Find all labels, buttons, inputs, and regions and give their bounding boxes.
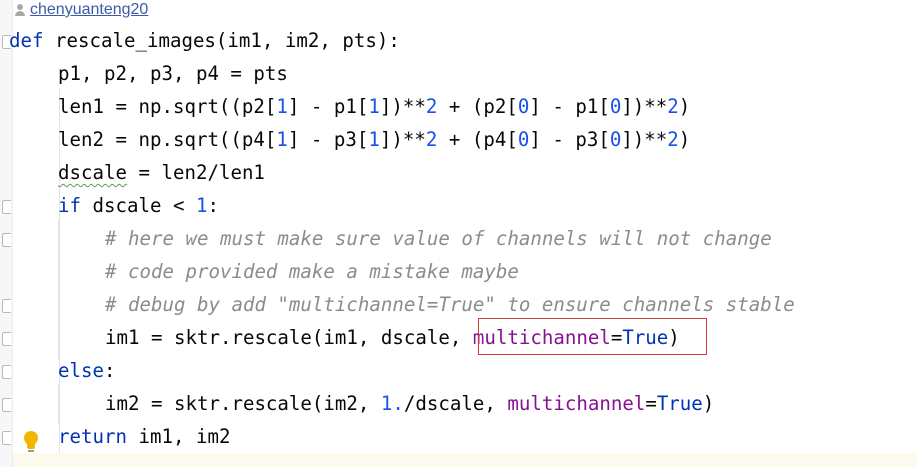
code-text: ])** (621, 128, 668, 151)
code-text: = (645, 392, 657, 415)
fold-marker-icon[interactable] (2, 200, 11, 214)
fold-marker-icon[interactable] (2, 365, 11, 379)
red-highlight-box (478, 318, 707, 355)
code-line-dscale[interactable]: dscale = len2/len1 (58, 156, 265, 189)
code-comment-2[interactable]: # code provided make a mistake maybe (105, 255, 519, 288)
code-text: ) (702, 392, 715, 415)
fold-marker-icon[interactable] (2, 398, 11, 412)
number-literal: 1 (276, 95, 288, 118)
code-line-else[interactable]: else: (58, 354, 115, 387)
code-text: im2 = sktr.rescale(im2, (105, 392, 381, 415)
code-text: ) (678, 95, 691, 118)
code-text: : (207, 194, 219, 217)
code-line-unpack[interactable]: p1, p2, p3, p4 = pts (58, 57, 288, 90)
code-text: : (103, 359, 116, 382)
code-text: ] - p1[ (287, 95, 369, 118)
keyword: else (58, 359, 104, 382)
indent-guide (58, 220, 59, 360)
number-literal: 1 (276, 128, 288, 151)
lightbulb-icon[interactable] (22, 430, 40, 454)
current-line-highlight (13, 453, 917, 467)
code-text: p1, p2, p3, p4 = pts (58, 62, 288, 85)
number-literal: 0 (517, 95, 530, 118)
fold-marker-icon[interactable] (2, 299, 11, 313)
code-text: ])** (379, 128, 426, 151)
number-literal: 2 (667, 95, 679, 118)
lightbulb-base (27, 443, 35, 449)
code-comment-3[interactable]: # debug by add "multichannel=True" to en… (105, 288, 795, 321)
fold-marker-icon[interactable] (2, 332, 11, 346)
code-text: /dscale, (403, 392, 508, 415)
code-comment-1[interactable]: # here we must make sure value of channe… (105, 222, 772, 255)
fold-marker-icon[interactable] (2, 431, 11, 445)
number-literal: 2 (667, 128, 679, 151)
indent-guide (58, 385, 59, 425)
number-literal: 1 (368, 95, 380, 118)
code-line-im2[interactable]: im2 = sktr.rescale(im2, 1./dscale, multi… (105, 387, 714, 420)
code-text: ] - p3[ (287, 128, 369, 151)
keyword: if (58, 194, 81, 217)
code-text: len2 = np.sqrt((p4[ (58, 128, 277, 151)
code-text: ] - p3[ (529, 128, 610, 151)
code-text: len1 = np.sqrt((p2[ (58, 95, 277, 118)
code-text: ])** (621, 95, 668, 118)
code-text: = len2/len1 (126, 161, 265, 184)
number-literal: 1 (195, 194, 208, 217)
code-line-len1[interactable]: len1 = np.sqrt((p2[1] - p1[1])**2 + (p2[… (58, 90, 690, 123)
number-literal: 1. (380, 392, 404, 415)
named-parameter: multichannel (507, 392, 646, 415)
number-literal: 0 (609, 95, 622, 118)
code-line-if[interactable]: if dscale < 1: (58, 189, 219, 222)
number-literal: 2 (425, 95, 438, 118)
keyword: def (9, 29, 44, 52)
lightbulb-cap (28, 450, 34, 452)
user-icon (14, 3, 26, 17)
code-text: im1, im2 (126, 425, 231, 448)
keyword: True (656, 392, 703, 415)
code-text: + (p4[ (437, 128, 518, 151)
code-text: + (p2[ (437, 95, 518, 118)
code-text: ) (678, 128, 691, 151)
author-inlay: chenyuanteng20 (14, 0, 148, 20)
code-text: ])** (379, 95, 426, 118)
code-line-return[interactable]: return im1, im2 (58, 420, 230, 453)
number-literal: 0 (609, 128, 622, 151)
number-literal: 1 (368, 128, 380, 151)
code-text: ] - p1[ (529, 95, 610, 118)
editor-gutter (0, 0, 13, 467)
code-text: rescale_images(im1, im2, pts): (43, 29, 400, 52)
code-text: im1 = sktr.rescale(im1, dscale, (105, 326, 473, 349)
author-link[interactable]: chenyuanteng20 (30, 1, 148, 19)
number-literal: 0 (517, 128, 530, 151)
fold-marker-icon[interactable] (2, 233, 11, 247)
code-text: dscale < (81, 194, 196, 217)
typo-warning-word[interactable]: dscale (58, 161, 127, 184)
number-literal: 2 (425, 128, 438, 151)
code-line-len2[interactable]: len2 = np.sqrt((p4[1] - p3[1])**2 + (p4[… (58, 123, 690, 156)
code-line-def[interactable]: def rescale_images(im1, im2, pts): (9, 24, 400, 57)
keyword: return (58, 425, 127, 448)
